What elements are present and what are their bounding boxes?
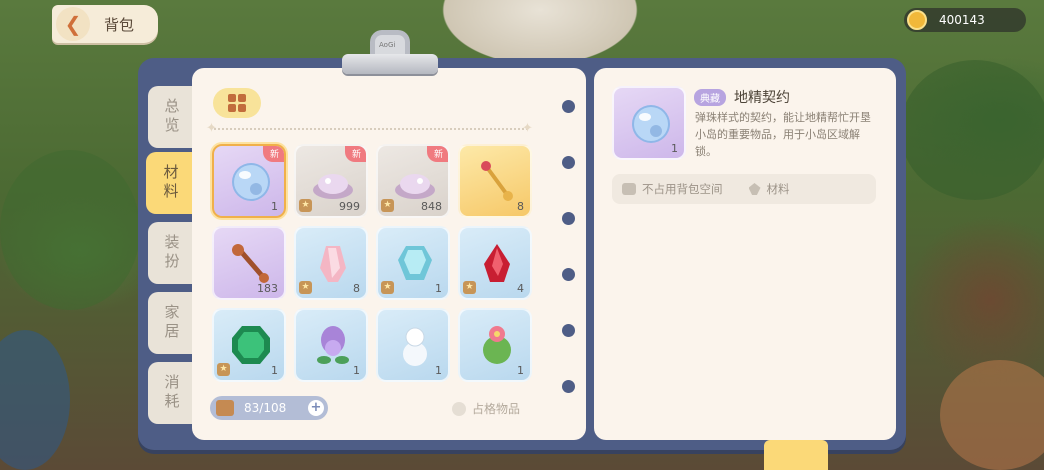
item-slot-marble-orb[interactable]: 新 1 xyxy=(212,144,286,218)
binder-holes xyxy=(562,100,576,410)
divider-star-icon: ✦ xyxy=(522,121,533,136)
back-button[interactable]: ❮ 背包 xyxy=(52,5,158,43)
wand-icon xyxy=(481,161,513,201)
toggle-dot xyxy=(452,401,466,416)
item-count: 999 xyxy=(339,200,360,213)
star-badge-icon: ★ xyxy=(381,281,394,294)
item-count: 1 xyxy=(353,364,360,377)
tab-furniture[interactable]: 家居 xyxy=(148,292,196,354)
item-slot-green-emerald[interactable]: ★ 1 xyxy=(212,308,286,382)
tab-materials[interactable]: 材料 xyxy=(146,152,196,214)
marble-orb-icon xyxy=(232,163,270,201)
chevron-left-icon: ❮ xyxy=(56,7,90,41)
emerald-icon xyxy=(232,326,270,364)
backpack-icon xyxy=(216,400,234,416)
item-count: 1 xyxy=(517,364,524,377)
capacity-text: 83/108 xyxy=(244,401,287,415)
coin-icon xyxy=(907,10,927,30)
tab-overview[interactable]: 总览 xyxy=(148,86,196,148)
item-slot-pink-dust-2[interactable]: 新 ★ 848 xyxy=(376,144,450,218)
item-slot-wooden-key[interactable]: 183 xyxy=(212,226,286,300)
capacity-indicator: 83/108 + xyxy=(210,396,328,420)
coin-amount: 400143 xyxy=(939,13,985,27)
item-slot-pink-dust-1[interactable]: 新 ★ 999 xyxy=(294,144,368,218)
flower-icon xyxy=(317,326,349,364)
item-count: 848 xyxy=(421,200,442,213)
tab-label: 材料 xyxy=(161,164,180,202)
tab-label: 家居 xyxy=(162,304,181,342)
tab-label: 装扮 xyxy=(162,234,181,272)
detail-item-thumbnail: 1 xyxy=(612,86,686,160)
star-badge-icon: ★ xyxy=(299,199,312,212)
item-count: 183 xyxy=(257,282,278,295)
dust-pile-icon xyxy=(313,174,353,199)
new-badge: 新 xyxy=(426,146,448,162)
star-badge-icon: ★ xyxy=(299,281,312,294)
new-badge: 新 xyxy=(262,146,284,162)
item-slot-cactus-flower[interactable]: 1 xyxy=(458,308,532,382)
red-crystal-icon xyxy=(484,244,510,282)
item-slot-purple-flower[interactable]: 1 xyxy=(294,308,368,382)
item-meta-row: 不占用背包空间 材料 xyxy=(612,174,876,204)
bag-icon xyxy=(622,183,636,195)
item-slot-golden-wand[interactable]: 8 xyxy=(458,144,532,218)
marble-orb-icon xyxy=(632,105,670,143)
item-name: 地精契约 xyxy=(734,90,790,106)
toggle-label: 占格物品 xyxy=(472,402,521,416)
background-tree xyxy=(0,150,140,310)
star-badge-icon: ★ xyxy=(217,363,230,376)
rarity-tag: 典藏 xyxy=(694,89,726,106)
item-slot-snowman[interactable]: 1 xyxy=(376,308,450,382)
pink-crystal-icon xyxy=(320,246,346,282)
grid-filter-icon xyxy=(228,94,246,112)
snowman-icon xyxy=(403,327,427,366)
background-house xyxy=(940,360,1044,470)
item-count: 1 xyxy=(435,282,442,295)
category-info: 材料 xyxy=(766,182,790,196)
storage-info: 不占用背包空间 xyxy=(642,182,723,196)
item-count: 8 xyxy=(353,282,360,295)
dust-pile-icon xyxy=(395,174,435,199)
item-slot-red-crystal[interactable]: ★ 4 xyxy=(458,226,532,300)
clipboard-clip: AoGi xyxy=(342,30,438,82)
tab-label: 消耗 xyxy=(162,374,181,412)
bottom-tab-handle xyxy=(764,440,828,470)
star-badge-icon: ★ xyxy=(381,199,394,212)
clip-brand: AoGi xyxy=(379,41,396,49)
expand-capacity-button[interactable]: + xyxy=(308,400,324,416)
new-badge: 新 xyxy=(344,146,366,162)
item-count: 1 xyxy=(271,200,278,213)
star-badge-icon: ★ xyxy=(463,281,476,294)
item-description: 弹珠样式的契约，能让地精帮忙开垦小岛的重要物品，用于小岛区域解锁。 xyxy=(695,111,871,158)
divider xyxy=(214,128,528,130)
item-count: 1 xyxy=(271,364,278,377)
leaf-icon xyxy=(748,183,761,195)
currency-display[interactable]: 400143 xyxy=(904,8,1026,32)
filter-button[interactable] xyxy=(213,88,261,118)
background-figure xyxy=(0,330,70,470)
slot-items-toggle[interactable]: 占格物品 xyxy=(452,400,520,417)
item-slot-aqua-gem[interactable]: ★ 1 xyxy=(376,226,450,300)
tab-label: 总览 xyxy=(162,98,181,136)
tab-consumables[interactable]: 消耗 xyxy=(148,362,196,424)
background-tree xyxy=(900,60,1044,200)
page-title: 背包 xyxy=(104,15,135,34)
item-count: 4 xyxy=(517,282,524,295)
item-count: 1 xyxy=(671,142,678,155)
aqua-gem-icon xyxy=(398,246,432,280)
key-icon xyxy=(232,244,269,283)
item-count: 8 xyxy=(517,200,524,213)
cactus-icon xyxy=(483,326,511,364)
item-detail-panel: 1 典藏 地精契约 弹珠样式的契约，能让地精帮忙开垦小岛的重要物品，用于小岛区域… xyxy=(594,68,896,440)
item-grid-panel: ✦ ✦ 新 1 新 ★ 999 新 ★ 848 8 183 ★ 8 ★ 1 ★ … xyxy=(192,68,586,440)
item-count: 1 xyxy=(435,364,442,377)
tab-outfits[interactable]: 装扮 xyxy=(148,222,196,284)
item-slot-pink-crystal[interactable]: ★ 8 xyxy=(294,226,368,300)
